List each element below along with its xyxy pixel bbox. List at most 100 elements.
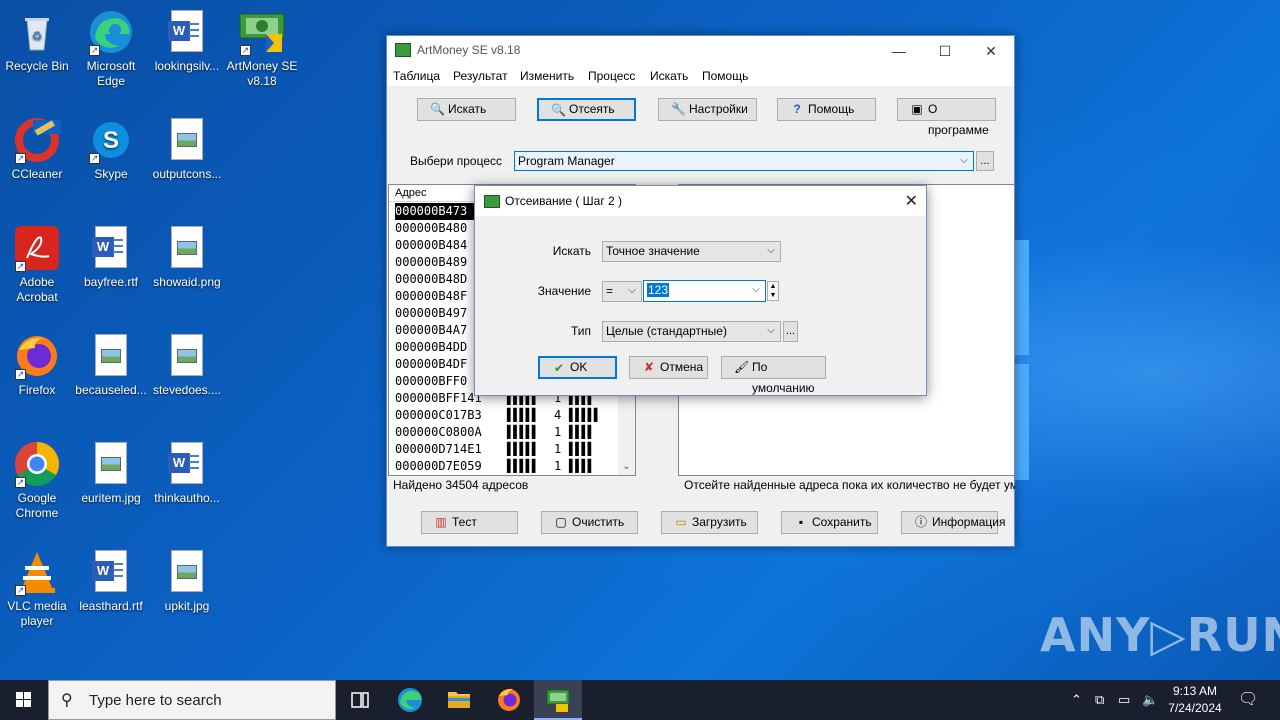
filter-button[interactable]: 🔍 Отсеять xyxy=(537,98,636,121)
menu-edit[interactable]: Изменить xyxy=(520,69,574,83)
address-cell: 000000B497 xyxy=(395,306,468,320)
taskbar-file-explorer[interactable] xyxy=(435,680,483,720)
desktop-icon-google-chrome[interactable]: ↗ Google Chrome xyxy=(0,440,74,521)
value-cell: ▌▌▌▌▌ xyxy=(507,425,539,439)
operator-select[interactable]: = ⌵ xyxy=(602,281,642,302)
address-row[interactable]: 000000C0800A ▌▌▌▌▌ 1 ▌▌▌▌ xyxy=(389,424,619,441)
clock-time: 9:13 AM xyxy=(1172,684,1218,698)
value-spinner[interactable]: ▲ ▼ xyxy=(767,281,779,301)
filter-button-label: Отсеять xyxy=(569,102,615,116)
close-icon[interactable]: ✕ xyxy=(905,191,918,211)
artmoney-icon: ↗ xyxy=(238,8,286,56)
desktop-icon-microsoft-edge[interactable]: ↗ Microsoft Edge xyxy=(74,8,148,89)
taskbar-edge[interactable] xyxy=(386,680,434,720)
info-button[interactable]: ⓘ Информация xyxy=(901,511,1005,534)
desktop-icon-recycle-bin[interactable]: ♻ Recycle Bin xyxy=(0,8,74,74)
settings-button[interactable]: 🔧 Настройки xyxy=(658,98,757,121)
address-cell: 000000B4DD xyxy=(395,340,468,354)
desktop-icon-adobe-acrobat[interactable]: ↗ Adobe Acrobat xyxy=(0,224,74,305)
desktop-icon-firefox[interactable]: ↗ Firefox xyxy=(0,332,74,398)
menu-search[interactable]: Искать xyxy=(650,69,688,83)
menu-process[interactable]: Процесс xyxy=(588,69,635,83)
desktop-icon-label: Firefox xyxy=(18,383,56,397)
desktop-icon-euritem-jpg[interactable]: euritem.jpg xyxy=(74,440,148,506)
save-button-label: Сохранить xyxy=(812,515,872,529)
minimize-icon[interactable]: — xyxy=(876,36,922,66)
address-cell: 000000BFF141 xyxy=(395,391,482,405)
taskbar-firefox[interactable] xyxy=(485,680,533,720)
svg-text:S: S xyxy=(103,127,119,154)
address-row[interactable]: 000000D714E1 ▌▌▌▌▌ 1 ▌▌▌▌ xyxy=(389,441,619,458)
address-cell: 000000B484 xyxy=(395,238,468,252)
volume-icon[interactable]: 🔈 xyxy=(1142,680,1158,720)
address-cell: 000000BFF0 xyxy=(395,374,468,388)
artmoney-app-icon xyxy=(395,43,411,57)
desktop-icon-label: euritem.jpg xyxy=(81,491,141,505)
desktop-icon-label: becauseled... xyxy=(75,383,147,397)
network-icon[interactable]: ▭ xyxy=(1118,680,1130,720)
image-file-icon xyxy=(163,332,211,380)
taskbar-artmoney[interactable] xyxy=(534,680,582,720)
menu-help[interactable]: Помощь xyxy=(702,69,748,83)
wallpaper-glow xyxy=(1015,240,1029,480)
filter-dialog[interactable]: Отсеивание ( Шаг 2 ) ✕ Искать Точное зна… xyxy=(474,185,927,396)
scroll-down-icon[interactable]: ⌄ xyxy=(618,458,635,475)
menu-table[interactable]: Таблица xyxy=(393,69,440,83)
acrobat-icon: ↗ xyxy=(13,224,61,272)
maximize-icon[interactable]: ☐ xyxy=(922,36,968,66)
load-button[interactable]: ▭ Загрузить xyxy=(661,511,758,534)
clear-button[interactable]: ▢ Очистить xyxy=(541,511,638,534)
question-icon: ? xyxy=(793,102,801,116)
tray-device-icon[interactable]: ⧉ xyxy=(1095,680,1104,720)
firefox-icon xyxy=(498,688,520,711)
desktop-icon-ccleaner[interactable]: ↗ CCleaner xyxy=(0,116,74,182)
search-icon: ⚲ xyxy=(61,692,73,709)
cancel-button[interactable]: ✘ Отмена xyxy=(629,356,708,379)
dialog-titlebar[interactable]: Отсеивание ( Шаг 2 ) ✕ xyxy=(475,186,926,216)
task-view-button[interactable] xyxy=(336,680,384,720)
search-type-select[interactable]: Точное значение ⌵ xyxy=(602,241,781,262)
process-more-button[interactable]: ... xyxy=(976,151,994,171)
desktop-icon-becauseled[interactable]: becauseled... xyxy=(74,332,148,398)
desktop-icon-upkit-jpg[interactable]: upkit.jpg xyxy=(150,548,224,614)
taskbar-search-box[interactable]: ⚲ Type here to search xyxy=(48,680,336,720)
desktop-icon-bayfree-rtf[interactable]: W bayfree.rtf xyxy=(74,224,148,290)
type-select-value: Целые (стандартные) xyxy=(606,324,727,338)
about-button[interactable]: ▣ О программе xyxy=(897,98,996,137)
desktop-icon-thinkautho[interactable]: W thinkautho... xyxy=(150,440,224,506)
type-select[interactable]: Целые (стандартные) ⌵ xyxy=(602,321,781,342)
ok-button[interactable]: ✔ OK xyxy=(538,356,617,379)
image-file-icon xyxy=(163,116,211,164)
image-file-icon xyxy=(163,224,211,272)
help-button[interactable]: ? Помощь xyxy=(777,98,876,121)
type-more-button[interactable]: ... xyxy=(783,321,798,342)
desktop-icon-stevedoes[interactable]: stevedoes.... xyxy=(150,332,224,398)
value-input[interactable]: 123 ⌵ xyxy=(643,280,766,302)
tray-chevron-up-icon[interactable]: ⌃ xyxy=(1071,680,1082,720)
desktop-icon-lookingsilv[interactable]: W lookingsilv... xyxy=(150,8,224,74)
notification-icon[interactable]: 🗨 xyxy=(1238,680,1258,720)
default-button[interactable]: 🖌 По умолчанию xyxy=(721,356,826,395)
desktop-icon-label: stevedoes.... xyxy=(152,383,222,397)
desktop-icon-skype[interactable]: S ↗ Skype xyxy=(74,116,148,182)
desktop-icon-label: showaid.png xyxy=(153,275,221,289)
close-icon[interactable]: ✕ xyxy=(968,36,1014,66)
desktop-icon-artmoney[interactable]: ↗ ArtMoney SE v8.18 xyxy=(225,8,299,89)
address-cell: 000000C0800A xyxy=(395,425,482,439)
task-view-icon xyxy=(351,692,369,708)
image-file-icon xyxy=(87,440,135,488)
address-row[interactable]: 000000C017B3 ▌▌▌▌▌ 4 ▌▌▌▌▌ xyxy=(389,407,619,424)
desktop-icon-outputcons[interactable]: outputcons... xyxy=(150,116,224,182)
taskbar-clock[interactable]: 9:13 AM 7/24/2024 xyxy=(1160,683,1230,717)
desktop-icon-vlc[interactable]: ↗ VLC media player xyxy=(0,548,74,629)
start-button[interactable] xyxy=(0,680,48,720)
menu-result[interactable]: Результат xyxy=(453,69,508,83)
desktop-icon-leasthard-rtf[interactable]: W leasthard.rtf xyxy=(74,548,148,614)
artmoney-titlebar[interactable]: ArtMoney SE v8.18 — ☐ ✕ xyxy=(387,36,1014,66)
process-select[interactable]: Program Manager ⌵ xyxy=(514,151,974,171)
save-button[interactable]: ▪ Сохранить xyxy=(781,511,878,534)
address-row[interactable]: 000000D7E059 ▌▌▌▌▌ 1 ▌▌▌▌ xyxy=(389,458,619,475)
test-button[interactable]: ▥ Тест xyxy=(421,511,518,534)
desktop-icon-showaid-png[interactable]: showaid.png xyxy=(150,224,224,290)
search-button[interactable]: 🔍 Искать xyxy=(417,98,516,121)
